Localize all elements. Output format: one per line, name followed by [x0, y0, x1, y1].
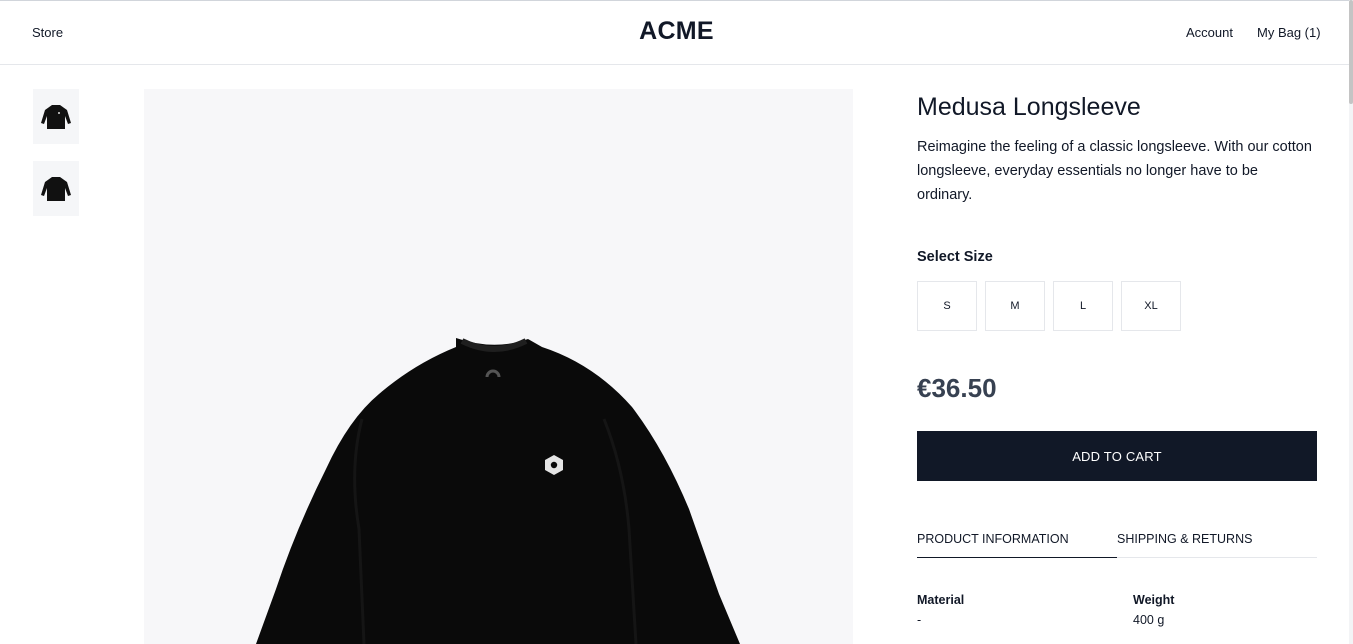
spec-material: Material -: [917, 593, 964, 627]
longsleeve-photo: [256, 338, 740, 644]
my-bag-link[interactable]: My Bag (1): [1257, 25, 1321, 40]
scrollbar-thumb[interactable]: [1349, 0, 1353, 104]
product-title: Medusa Longsleeve: [917, 93, 1141, 121]
product-info: Medusa Longsleeve Reimagine the feeling …: [917, 90, 1317, 207]
select-size-label: Select Size: [917, 249, 993, 265]
main-product-image: [144, 89, 853, 644]
spec-weight: Weight 400 g: [1133, 593, 1174, 627]
thumbnail-list: [33, 89, 79, 233]
product-description: Reimagine the feeling of a classic longs…: [917, 139, 1312, 203]
product-price: €36.50: [917, 373, 997, 403]
site-header: Store ACME Account My Bag (1): [0, 1, 1353, 65]
spec-material-label: Material: [917, 593, 965, 607]
thumbnail-back[interactable]: [33, 161, 79, 216]
account-link[interactable]: Account: [1186, 25, 1233, 40]
spec-material-value: -: [917, 613, 922, 627]
page-scrollbar[interactable]: [1349, 0, 1353, 644]
size-option-m[interactable]: M: [985, 281, 1045, 331]
size-option-xl[interactable]: XL: [1121, 281, 1181, 331]
store-link[interactable]: Store: [32, 25, 63, 40]
size-selector: S M L XL: [917, 281, 1181, 331]
longsleeve-thumbnail-icon: [41, 176, 71, 201]
spec-weight-value: 400 g: [1133, 613, 1165, 627]
tab-product-information[interactable]: PRODUCT INFORMATION: [917, 532, 1117, 558]
thumbnail-front[interactable]: [33, 89, 79, 144]
tab-shipping-returns[interactable]: SHIPPING & RETURNS: [1117, 532, 1317, 558]
size-option-l[interactable]: L: [1053, 281, 1113, 331]
size-option-s[interactable]: S: [917, 281, 977, 331]
product-tabs: PRODUCT INFORMATION SHIPPING & RETURNS: [917, 532, 1317, 558]
acme-logo[interactable]: ACME: [639, 17, 714, 45]
spec-weight-label: Weight: [1133, 593, 1175, 607]
logo-container: ACME: [0, 17, 1353, 46]
longsleeve-thumbnail-icon: [41, 104, 71, 129]
add-to-cart-button[interactable]: ADD TO CART: [917, 431, 1317, 481]
